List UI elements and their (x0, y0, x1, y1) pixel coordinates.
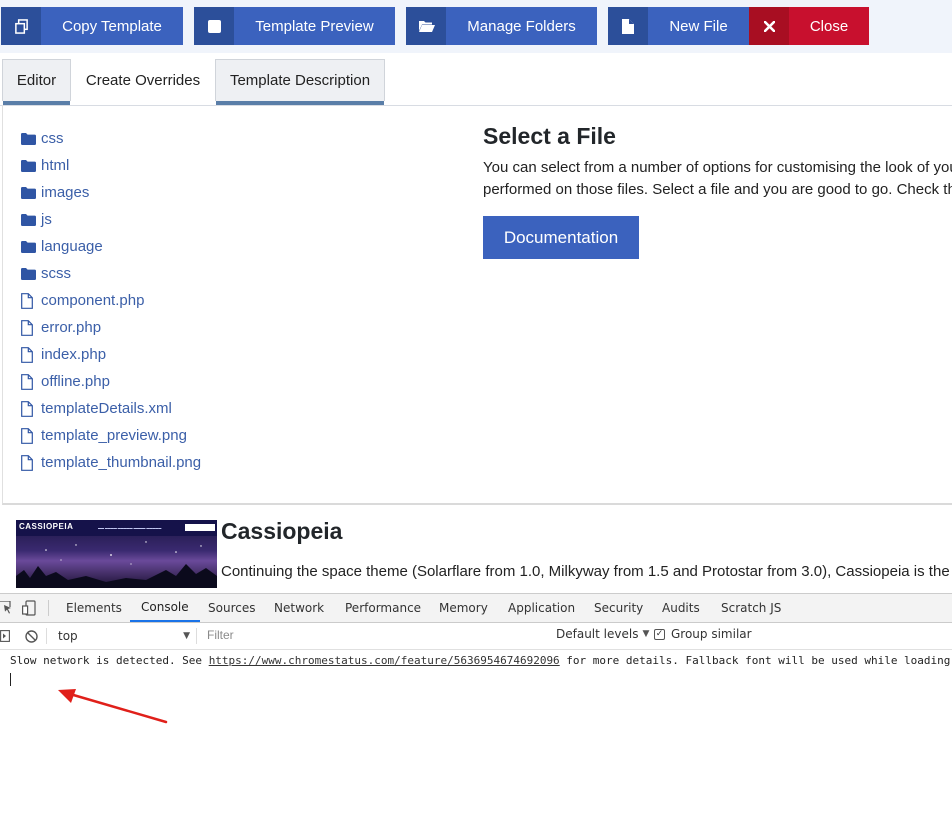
file-label: template_thumbnail.png (41, 454, 202, 471)
file-label: component.php (41, 292, 145, 309)
folder-label: scss (41, 265, 71, 282)
file-label: templateDetails.xml (41, 400, 172, 417)
devtools-panel: Elements Console Sources Network Perform… (0, 593, 952, 818)
select-file-heading: Select a File (483, 123, 616, 149)
tab-template-description[interactable]: Template Description (215, 59, 385, 105)
select-file-line: performed on those files. Select a file … (483, 181, 952, 198)
folder-item[interactable]: language (21, 233, 201, 260)
folder-item[interactable]: scss (21, 260, 201, 287)
file-label: index.php (41, 346, 107, 363)
new-file-button[interactable]: New File (608, 7, 749, 45)
tab-editor-label: Editor (16, 72, 57, 89)
folder-item[interactable]: js (21, 206, 201, 233)
documentation-button[interactable]: Documentation (483, 216, 639, 259)
tab-bar: Editor Create Overrides Template Descrip… (0, 59, 952, 106)
tab-create-overrides[interactable]: Create Overrides (71, 59, 215, 101)
file-outline-icon (21, 400, 41, 417)
folder-label: images (41, 184, 90, 201)
folder-icon (21, 186, 41, 199)
file-outline-icon (21, 373, 41, 390)
tab-template-description-label: Template Description (229, 72, 371, 89)
file-outline-icon (21, 427, 41, 444)
folder-icon (21, 267, 41, 280)
file-label: template_preview.png (41, 427, 187, 444)
folder-label: css (41, 130, 64, 147)
folder-icon (21, 159, 41, 172)
file-item[interactable]: error.php (21, 314, 201, 341)
copy-template-label: Copy Template (41, 7, 183, 45)
file-item[interactable]: template_preview.png (21, 422, 201, 449)
tab-create-overrides-label: Create Overrides (85, 72, 201, 89)
template-preview-label: Template Preview (234, 7, 395, 45)
tab-editor[interactable]: Editor (2, 59, 71, 105)
template-thumbnail: CASSIOPEIA ▬▬ ▬▬▬▬ ▬▬▬▬▬ ▬▬▬▬ ▬▬▬▬▬ (16, 520, 217, 588)
folder-label: html (41, 157, 70, 174)
folder-item[interactable]: images (21, 179, 201, 206)
file-label: error.php (41, 319, 102, 336)
close-icon (749, 7, 789, 45)
manage-folders-label: Manage Folders (446, 7, 597, 45)
manage-folders-button[interactable]: Manage Folders (406, 7, 597, 45)
folder-item[interactable]: html (21, 152, 201, 179)
new-file-label: New File (648, 7, 749, 45)
toolbar: Copy Template Template Preview Manage Fo… (0, 0, 952, 53)
file-item[interactable]: index.php (21, 341, 201, 368)
select-file-line: You can select from a number of options … (483, 159, 952, 176)
annotation-arrow (58, 689, 168, 724)
folder-icon (21, 213, 41, 226)
file-tree: css html images js language scss compone… (21, 125, 201, 476)
file-outline-icon (21, 346, 41, 363)
folder-icon (21, 132, 41, 145)
folder-icon (21, 240, 41, 253)
thumbnail-starfield (16, 541, 217, 588)
template-preview-button[interactable]: Template Preview (194, 7, 395, 45)
select-file-description: You can select from a number of options … (483, 157, 952, 201)
template-description: Continuing the space theme (Solarflare f… (221, 563, 950, 580)
folder-open-icon (406, 7, 446, 45)
copy-icon (1, 7, 41, 45)
folder-label: js (41, 211, 52, 228)
file-label: offline.php (41, 373, 110, 390)
folder-label: language (41, 238, 103, 255)
close-label: Close (789, 7, 869, 45)
file-item[interactable]: offline.php (21, 368, 201, 395)
file-item[interactable]: component.php (21, 287, 201, 314)
folder-item[interactable]: css (21, 125, 201, 152)
copy-template-button[interactable]: Copy Template (1, 7, 183, 45)
close-button[interactable]: Close (749, 7, 869, 45)
template-title: Cassiopeia (221, 518, 343, 544)
file-icon (608, 7, 648, 45)
file-outline-icon (21, 454, 41, 471)
file-outline-icon (21, 292, 41, 309)
editor-panel: css html images js language scss compone… (2, 105, 952, 505)
square-icon (194, 7, 234, 45)
file-item[interactable]: template_thumbnail.png (21, 449, 201, 476)
file-outline-icon (21, 319, 41, 336)
file-item[interactable]: templateDetails.xml (21, 395, 201, 422)
